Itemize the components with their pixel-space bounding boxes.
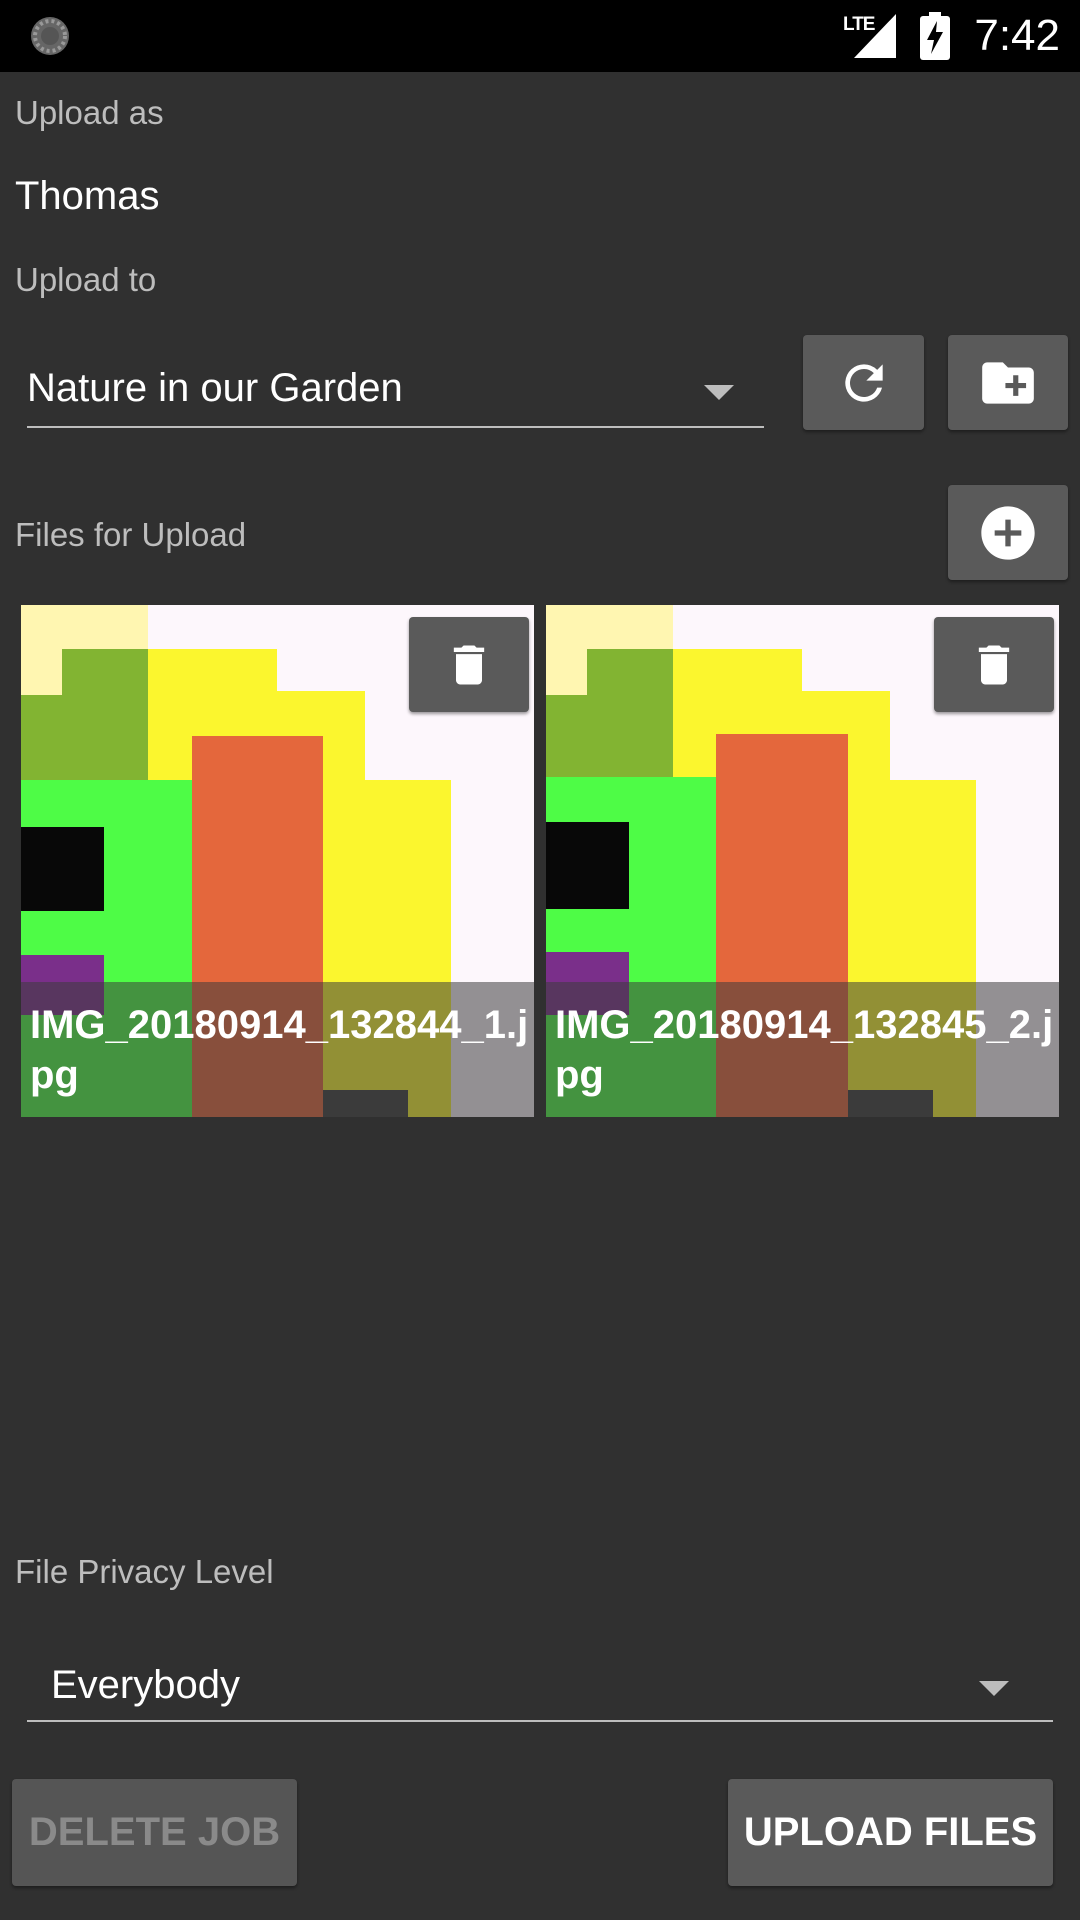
delete-job-label: DELETE JOB bbox=[28, 1810, 281, 1854]
file-name-caption: IMG_20180914_132844_1.jpg bbox=[21, 982, 534, 1117]
battery-charging-icon bbox=[920, 12, 950, 60]
trash-icon bbox=[978, 645, 1010, 684]
upload-as-label: Upload as bbox=[15, 94, 164, 131]
file-name: IMG_20180914_132845_2.jpg bbox=[555, 1003, 1054, 1097]
trash-icon bbox=[453, 645, 485, 684]
privacy-label: File Privacy Level bbox=[15, 1553, 274, 1590]
file-name-caption: IMG_20180914_132845_2.jpg bbox=[546, 982, 1059, 1117]
add-files-button[interactable] bbox=[948, 485, 1068, 580]
files-label: Files for Upload bbox=[15, 516, 247, 553]
refresh-icon bbox=[844, 363, 883, 402]
file-name: IMG_20180914_132844_1.jpg bbox=[30, 1003, 529, 1097]
delete-file-button[interactable] bbox=[934, 617, 1054, 712]
upload-files-label: UPLOAD FILES bbox=[743, 1810, 1038, 1854]
upload-to-label: Upload to bbox=[15, 261, 157, 298]
sync-spinner-icon bbox=[31, 17, 69, 55]
privacy-dropdown[interactable]: Everybody bbox=[27, 1663, 1053, 1722]
delete-job-button[interactable]: DELETE JOB bbox=[12, 1779, 297, 1886]
file-thumbnail[interactable]: IMG_20180914_132844_1.jpg bbox=[21, 605, 534, 1117]
upload-as-user: Thomas bbox=[15, 174, 160, 218]
create-album-button[interactable] bbox=[948, 335, 1068, 430]
privacy-dropdown-value: Everybody bbox=[51, 1663, 240, 1707]
signal-icon bbox=[854, 14, 896, 58]
chevron-down-icon bbox=[979, 1681, 1009, 1696]
chevron-down-icon bbox=[704, 385, 734, 400]
add-circle-icon bbox=[981, 505, 1035, 560]
album-dropdown-value: Nature in our Garden bbox=[27, 366, 403, 410]
upload-files-button[interactable]: UPLOAD FILES bbox=[728, 1779, 1053, 1886]
clock: 7:42 bbox=[974, 11, 1060, 60]
status-bar: LTE 7:42 bbox=[0, 0, 1080, 72]
file-thumbnail[interactable]: IMG_20180914_132845_2.jpg bbox=[546, 605, 1059, 1117]
refresh-albums-button[interactable] bbox=[803, 335, 924, 430]
album-dropdown[interactable]: Nature in our Garden bbox=[27, 366, 764, 428]
create-new-folder-icon bbox=[982, 361, 1034, 404]
delete-file-button[interactable] bbox=[409, 617, 529, 712]
